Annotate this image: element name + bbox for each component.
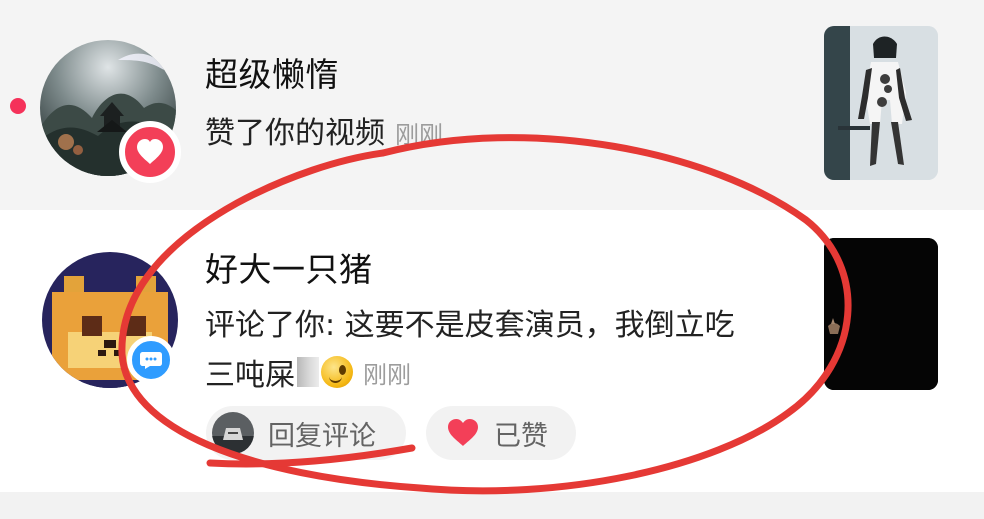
heart-icon	[137, 139, 163, 164]
like-badge	[119, 121, 181, 183]
username[interactable]: 好大一只猪	[205, 243, 373, 291]
username[interactable]: 超级懒惰	[205, 48, 339, 96]
comment-badge	[127, 336, 175, 384]
wink-emoji-icon	[321, 356, 353, 388]
speech-bubble-icon	[140, 352, 162, 369]
comment-text: 评论了你: 这要不是皮套演员，我倒立吃	[205, 308, 735, 343]
notification-text: 赞了你的视频 刚刚	[205, 108, 443, 152]
reply-comment-label: 回复评论	[268, 420, 376, 452]
action-text: 赞了你的视频	[205, 116, 385, 151]
comment-text-continued: 三吨屎 刚刚	[205, 350, 411, 394]
heart-icon	[448, 419, 478, 446]
video-thumbnail[interactable]	[824, 238, 938, 390]
timestamp: 刚刚	[395, 121, 443, 149]
reply-comment-button[interactable]: 回复评论	[206, 406, 406, 460]
timestamp: 刚刚	[363, 360, 411, 389]
avatar	[212, 412, 254, 454]
unread-dot	[10, 98, 26, 114]
obscured-character	[297, 357, 319, 387]
comment-text-end: 三吨屎	[205, 358, 295, 393]
liked-label: 已赞	[494, 420, 548, 452]
video-thumbnail[interactable]	[824, 26, 938, 180]
list-bottom-strip	[0, 492, 984, 519]
liked-button[interactable]: 已赞	[426, 406, 576, 460]
